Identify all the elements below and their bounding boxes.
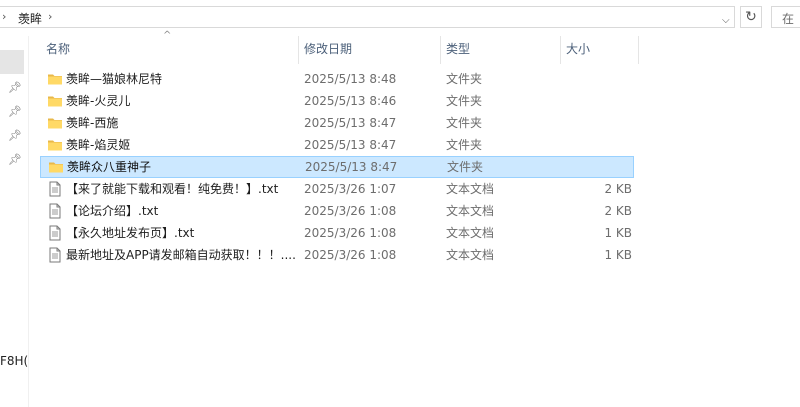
text-file-icon	[47, 225, 63, 241]
folder-row[interactable]: 羡眸-焰灵姬 2025/5/13 8:47 文件夹	[40, 134, 634, 156]
pin-icon: 📌︎	[8, 81, 22, 94]
file-size: 1 KB	[604, 226, 632, 240]
column-divider[interactable]	[560, 36, 561, 64]
file-size: 2 KB	[604, 182, 632, 196]
chevron-right-icon[interactable]: ›	[48, 10, 52, 23]
file-type: 文本文档	[446, 248, 495, 262]
file-name: 羡眸-火灵儿	[66, 94, 131, 108]
file-size: 2 KB	[604, 204, 632, 218]
refresh-button[interactable]: ↻	[740, 6, 762, 28]
navigation-pane: 📌︎ 📌︎ 📌︎ 📌︎ F8H(	[0, 36, 29, 407]
file-name: 【来了就能下载和观看！纯免费！】.txt	[66, 182, 279, 196]
file-name: 【永久地址发布页】.txt	[66, 226, 195, 240]
file-name: 【论坛介绍】.txt	[66, 204, 159, 218]
file-row[interactable]: 最新地址及APP请发邮箱自动获取！！！.... 2025/3/26 1:08 文本文…	[40, 244, 634, 266]
folder-row[interactable]: 羡眸-火灵儿 2025/5/13 8:46 文件夹	[40, 90, 634, 112]
file-type: 文件夹	[446, 72, 483, 86]
folder-icon	[47, 71, 63, 87]
modified-date: 2025/3/26 1:08	[304, 204, 397, 218]
folder-row[interactable]: 羡眸—猫娘林尼特 2025/5/13 8:48 文件夹	[40, 68, 634, 90]
text-file-icon	[47, 181, 63, 197]
file-name: 羡眸—猫娘林尼特	[66, 72, 163, 86]
column-header-name[interactable]: 名称	[46, 36, 70, 64]
file-type: 文本文档	[446, 226, 495, 240]
modified-date: 2025/5/13 8:47	[305, 160, 398, 174]
modified-date: 2025/3/26 1:08	[304, 226, 397, 240]
text-file-icon	[47, 247, 63, 263]
refresh-icon: ↻	[745, 9, 757, 25]
column-divider[interactable]	[440, 36, 441, 64]
folder-icon	[47, 93, 63, 109]
file-type: 文件夹	[446, 94, 483, 108]
file-row[interactable]: 【来了就能下载和观看！纯免费！】.txt 2025/3/26 1:07 文本文档 2 …	[40, 178, 634, 200]
file-type: 文本文档	[446, 182, 495, 196]
file-name: 羡眸众八重神子	[67, 160, 152, 174]
column-header-size[interactable]: 大小	[566, 36, 590, 64]
file-name: 最新地址及APP请发邮箱自动获取！！！....	[66, 248, 296, 262]
modified-date: 2025/3/26 1:08	[304, 248, 397, 262]
file-size: 1 KB	[604, 248, 632, 262]
search-placeholder: 在	[782, 12, 795, 26]
chevron-down-icon[interactable]: ⌵	[722, 15, 730, 26]
nav-item-label[interactable]: F8H(	[0, 354, 28, 368]
modified-date: 2025/5/13 8:48	[304, 72, 397, 86]
modified-date: 2025/5/13 8:47	[304, 138, 397, 152]
pin-icon: 📌︎	[8, 129, 22, 142]
text-file-icon	[47, 203, 63, 219]
address-bar-row: › 羡眸 › ⌵ ↻ 在	[0, 0, 800, 36]
file-type: 文件夹	[446, 138, 483, 152]
file-name: 羡眸-西施	[66, 116, 119, 130]
folder-row[interactable]: 羡眸-西施 2025/5/13 8:47 文件夹	[40, 112, 634, 134]
folder-icon	[47, 137, 63, 153]
file-type: 文件夹	[446, 116, 483, 130]
modified-date: 2025/3/26 1:07	[304, 182, 397, 196]
column-divider[interactable]	[638, 36, 639, 64]
file-row[interactable]: 【永久地址发布页】.txt 2025/3/26 1:08 文本文档 1 KB	[40, 222, 634, 244]
file-row[interactable]: 【论坛介绍】.txt 2025/3/26 1:08 文本文档 2 KB	[40, 200, 634, 222]
pin-icon: 📌︎	[8, 153, 22, 166]
chevron-right-icon[interactable]: ›	[2, 10, 6, 23]
search-input[interactable]: 在	[771, 6, 800, 28]
file-type: 文件夹	[447, 160, 484, 174]
folder-icon	[47, 115, 63, 131]
modified-date: 2025/5/13 8:46	[304, 94, 397, 108]
breadcrumb-segment[interactable]: 羡眸	[18, 10, 42, 27]
column-header-type[interactable]: 类型	[446, 36, 470, 64]
pin-icon: 📌︎	[8, 105, 22, 118]
folder-icon	[48, 159, 64, 175]
nav-item-selected[interactable]	[0, 50, 24, 74]
column-header-date[interactable]: 修改日期	[304, 36, 352, 64]
column-divider[interactable]	[298, 36, 299, 64]
address-bar[interactable]: › 羡眸 › ⌵	[0, 6, 735, 28]
folder-row[interactable]: 羡眸众八重神子 2025/5/13 8:47 文件夹	[40, 156, 634, 178]
file-name: 羡眸-焰灵姬	[66, 138, 131, 152]
file-type: 文本文档	[446, 204, 495, 218]
sort-ascending-icon: ^	[163, 30, 172, 41]
modified-date: 2025/5/13 8:47	[304, 116, 397, 130]
